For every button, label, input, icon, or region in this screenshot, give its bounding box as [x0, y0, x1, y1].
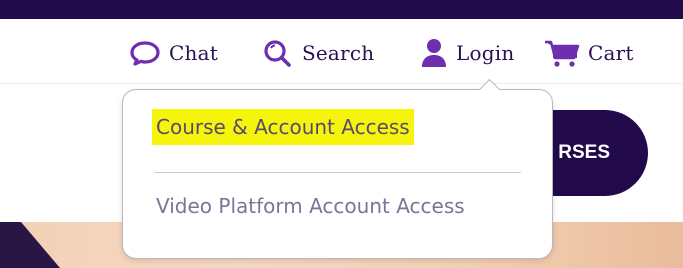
- chat-link[interactable]: Chat: [129, 39, 218, 67]
- courses-button-label: RSES: [558, 142, 610, 163]
- cart-link[interactable]: Cart: [544, 39, 634, 67]
- top-accent-bar: [0, 0, 683, 19]
- cart-label: Cart: [588, 41, 634, 65]
- utility-nav: Chat Search Login Cart: [0, 19, 683, 84]
- login-link[interactable]: Login: [420, 39, 514, 67]
- user-icon: [420, 38, 448, 68]
- course-account-access-link[interactable]: Course & Account Access: [152, 109, 414, 145]
- login-dropdown-menu: Course & Account Access Video Platform A…: [122, 78, 553, 259]
- chat-label: Chat: [169, 41, 218, 65]
- cart-icon: [544, 38, 580, 68]
- search-label: Search: [302, 41, 375, 65]
- chat-bubble-icon: [129, 40, 161, 66]
- magnifier-icon: [262, 39, 294, 67]
- dropdown-divider: [154, 172, 521, 173]
- search-link[interactable]: Search: [262, 39, 374, 67]
- video-platform-access-link[interactable]: Video Platform Account Access: [156, 194, 465, 218]
- login-label: Login: [456, 41, 515, 65]
